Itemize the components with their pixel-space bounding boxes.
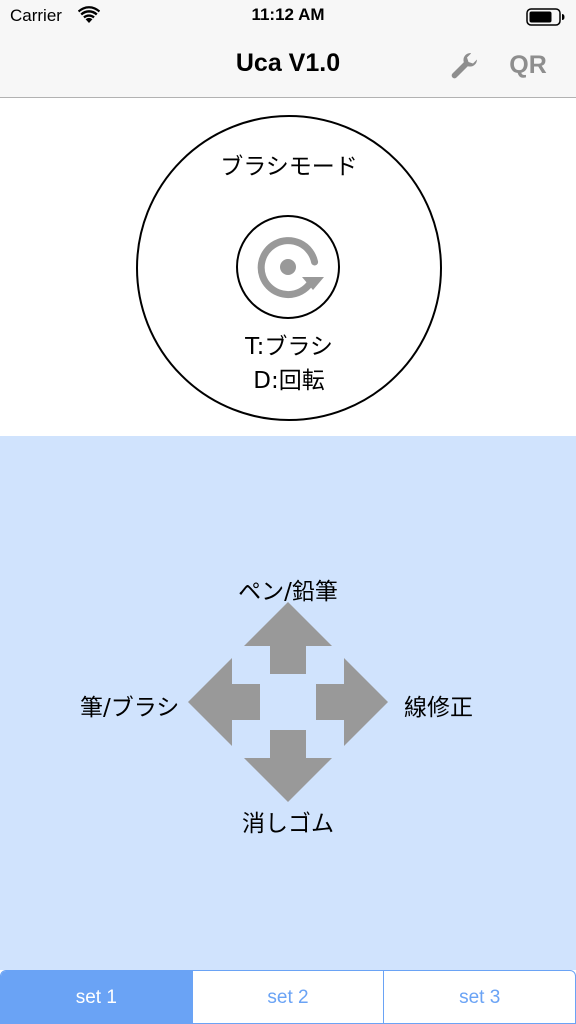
rotate-icon [257,237,324,299]
tab-set-2[interactable]: set 2 [191,971,384,1023]
tab-set-3[interactable]: set 3 [383,971,575,1023]
tap-action-label: T:ブラシ [245,334,333,360]
arrow-left-icon [188,658,260,746]
mode-title: ブラシモード [220,154,358,180]
wrench-icon [451,52,478,79]
navigation-bar: Uca V1.0 QR [0,32,576,98]
battery-icon [526,8,565,26]
tab-set-1[interactable]: set 1 [1,971,192,1023]
set-selector: set 1 set 2 set 3 [0,970,576,1024]
swipe-down-label: 消しゴム [242,811,334,837]
swipe-up-label: ペン/鉛筆 [238,579,338,605]
swipe-right-label: 線修正 [404,695,473,721]
arrow-up-icon [244,602,332,674]
rotate-button[interactable] [236,215,340,319]
arrow-right-icon [316,658,388,746]
settings-button[interactable] [448,50,480,82]
mode-dial[interactable]: ブラシモード T:ブラシ D:回転 [136,115,442,421]
swipe-left-label: 筆/ブラシ [80,695,180,721]
status-bar: Carrier 11:12 AM [0,0,576,32]
direction-arrows [188,602,388,802]
gesture-pad[interactable]: ペン/鉛筆 筆/ブラシ 線修正 消しゴム [0,436,576,970]
clock: 11:12 AM [251,5,325,24]
arrow-down-icon [244,730,332,802]
drag-action-label: D:回転 [253,368,325,394]
qr-button[interactable]: QR [504,48,552,82]
app-title: Uca V1.0 [235,49,341,77]
